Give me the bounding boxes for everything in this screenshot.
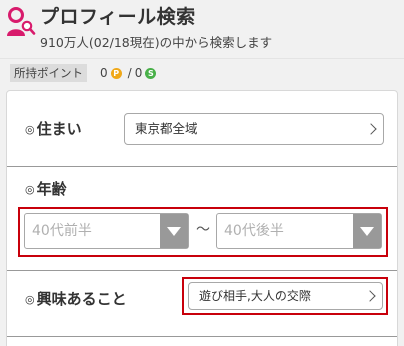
s-points-value: 0 xyxy=(134,66,143,80)
points-bar: 所持ポイント 0 P / 0 S xyxy=(0,58,404,86)
points-label: 所持ポイント xyxy=(10,64,87,82)
page-subtitle: 910万人(02/18現在)の中から検索します xyxy=(40,35,273,50)
s-coin-icon: S xyxy=(145,67,157,79)
age-label: ◎ 年齢 xyxy=(25,180,67,198)
dropdown-arrow-icon xyxy=(160,214,188,248)
search-form: ◎ 住まい 東京都全域 ◎ 年齢 40代前半 〜 40代後半 ◎ 興味あること 遊び相… xyxy=(6,90,398,346)
residence-row: ◎ 住まい 東京都全域 xyxy=(7,91,397,167)
user-search-icon xyxy=(7,7,36,36)
age-to-value: 40代後半 xyxy=(224,223,284,239)
age-to-select[interactable]: 40代後半 xyxy=(216,213,382,249)
points-values: 0 P / 0 S xyxy=(100,64,159,82)
residence-select[interactable]: 東京都全域 xyxy=(124,113,384,145)
residence-label: ◎ 住まい xyxy=(25,120,82,138)
age-from-value: 40代前半 xyxy=(32,223,92,239)
page-title: プロフィール検索 xyxy=(40,6,196,28)
dropdown-arrow-icon xyxy=(353,214,381,248)
chevron-right-icon xyxy=(365,123,377,135)
interests-label: ◎ 興味あること xyxy=(25,290,127,308)
age-range-separator: 〜 xyxy=(196,222,210,238)
points-separator: / xyxy=(127,66,132,80)
age-from-select[interactable]: 40代前半 xyxy=(24,213,189,249)
interests-select[interactable]: 遊び相手,大人の交際 xyxy=(188,282,383,310)
page-header: プロフィール検索 910万人(02/18現在)の中から検索します xyxy=(0,0,404,58)
residence-select-value: 東京都全域 xyxy=(135,121,198,136)
p-points-value: 0 xyxy=(100,66,108,80)
chevron-right-icon xyxy=(364,290,376,302)
interests-select-value: 遊び相手,大人の交際 xyxy=(199,289,311,303)
p-coin-icon: P xyxy=(110,67,122,79)
